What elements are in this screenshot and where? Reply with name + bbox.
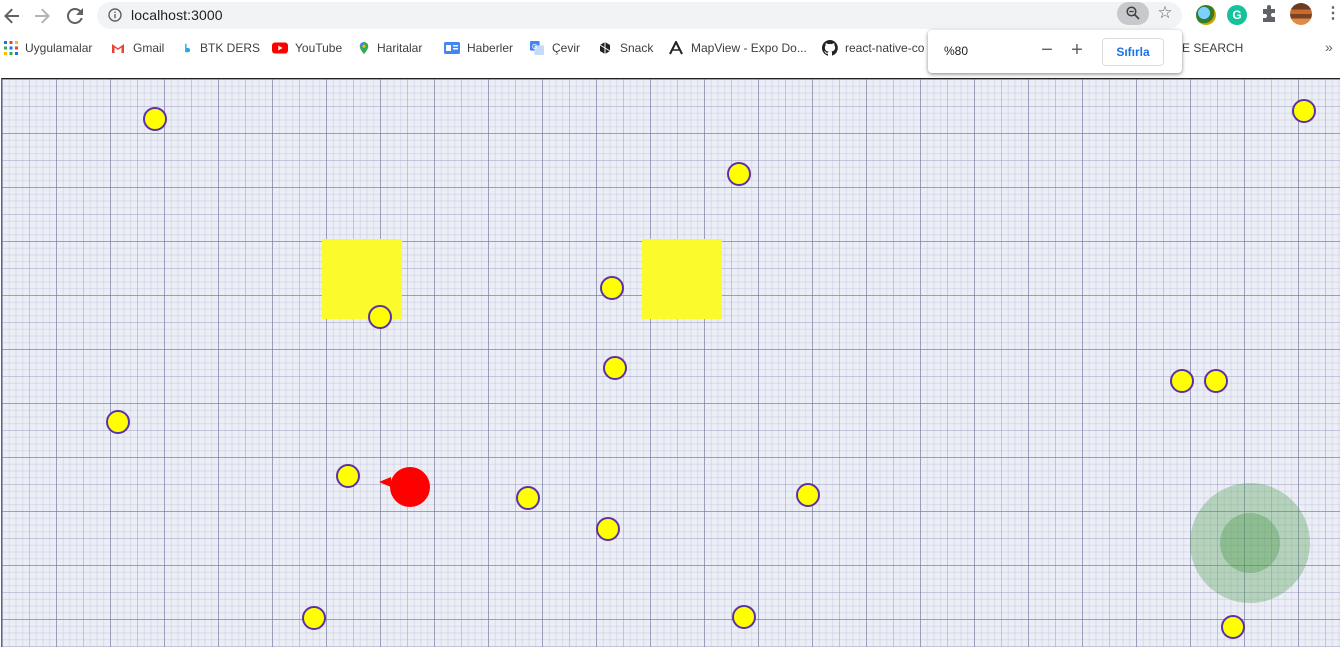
bookmark-react-native[interactable]: react-native-co [822,39,924,56]
grammarly-extension-icon[interactable]: G [1227,5,1247,25]
bookmark-btk-ders[interactable]: BTK DERS [183,39,260,56]
coin [516,486,540,510]
coin [1170,369,1194,393]
coin [603,356,627,380]
gmail-icon [112,43,124,53]
bookmark-snack[interactable]: Snack [597,39,653,56]
bookmark-gmail[interactable]: Gmail [110,39,164,56]
github-icon [822,39,838,56]
coin [1221,615,1245,639]
expo-icon [669,40,683,54]
btk-icon [185,43,191,52]
arrow-right-icon [35,8,50,24]
info-icon[interactable] [108,8,122,22]
zoom-level-text: %80 [944,44,969,58]
bookmark-label: MapView - Expo Do... [691,40,807,55]
coin [143,107,167,131]
snack-icon [599,41,611,54]
zoom-button[interactable] [1117,2,1149,25]
browser-toolbar: localhost:3000 ☆ G ⋮ [0,0,1341,32]
bookmark-e-search[interactable]: E SEARCH [1182,39,1243,56]
bookmark-label: Snack [620,40,654,55]
bookmark-label: Gmail [133,40,165,55]
translate-icon: G [530,40,544,55]
player [390,467,430,507]
bookmark-label: E SEARCH [1182,40,1244,55]
kebab-menu-icon[interactable]: ⋮ [1325,5,1341,25]
bookmark-label: Uygulamalar [25,40,93,55]
joystick-knob[interactable] [1220,513,1280,573]
zoom-icon [1126,6,1140,20]
zoom-in-button[interactable]: + [1066,38,1088,62]
svg-text:G: G [532,43,537,50]
globe-extension-icon[interactable] [1196,5,1216,25]
address-bar[interactable]: localhost:3000 [97,2,1182,29]
coin [600,276,624,300]
bookmark-apps[interactable]: Uygulamalar [4,39,92,56]
bookmark-youtube[interactable]: YouTube [272,39,342,56]
bookmark-label: YouTube [295,40,343,55]
url-text[interactable]: localhost:3000 [131,7,223,23]
bookmark-label: Haritalar [377,40,423,55]
game-canvas[interactable] [1,78,1340,647]
coin [106,410,130,434]
reload-button[interactable] [63,4,87,28]
bookmark-haritalar[interactable]: Haritalar [358,39,422,56]
obstacle-block [642,239,722,319]
bookmark-cevir[interactable]: G Çevir [529,39,580,56]
news-icon [444,41,460,54]
coin [732,605,756,629]
zoom-out-button[interactable]: − [1036,38,1058,62]
bookmark-label: BTK DERS [200,40,261,55]
puzzle-extension-icon[interactable] [1259,5,1279,25]
back-button[interactable] [0,4,24,28]
coin [368,305,392,329]
youtube-icon [272,42,288,53]
coin [1204,369,1228,393]
bookmark-label: Haberler [467,40,514,55]
coin [302,606,326,630]
maps-pin-icon [359,41,369,54]
coin [336,464,360,488]
forward-button[interactable] [30,4,54,28]
reload-icon [67,8,83,24]
coin [596,517,620,541]
star-icon[interactable]: ☆ [1155,3,1175,23]
obstacle-block [322,239,402,319]
coin [727,162,751,186]
apps-grid-icon [4,40,18,55]
bookmarks-overflow-chevron-icon[interactable]: » [1325,39,1333,55]
zoom-reset-button[interactable]: Sıfırla [1102,38,1164,66]
bookmark-mapview-expo[interactable]: MapView - Expo Do... [668,39,807,56]
arrow-left-icon [4,8,19,24]
zoom-popup: %80 − + Sıfırla [928,30,1182,73]
coin [1292,99,1316,123]
coin [796,483,820,507]
avatar[interactable] [1290,3,1312,25]
bookmark-label: Çevir [552,40,581,55]
bookmark-haberler[interactable]: Haberler [444,39,513,56]
bookmark-label: react-native-co [845,40,925,55]
